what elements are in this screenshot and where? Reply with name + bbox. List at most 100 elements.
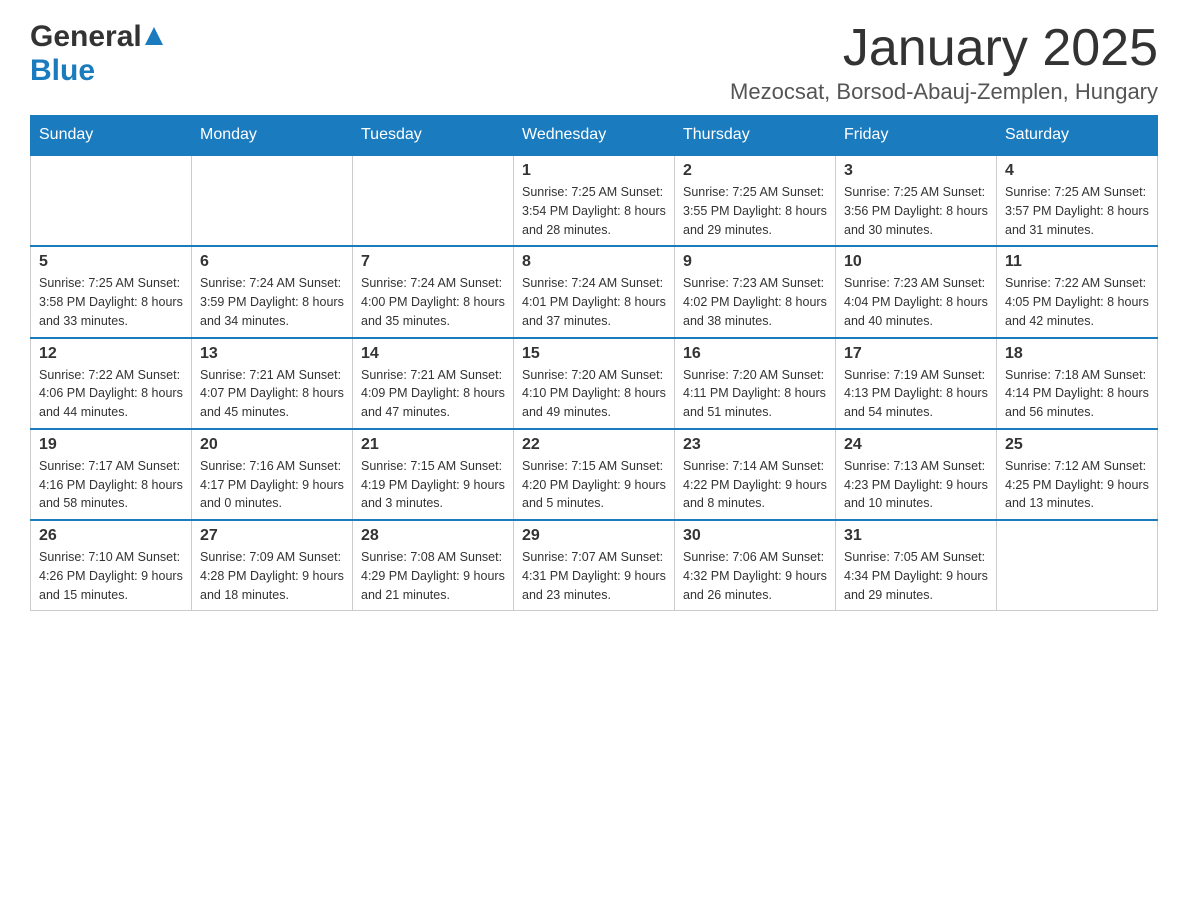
day-info: Sunrise: 7:22 AM Sunset: 4:05 PM Dayligh…: [1005, 274, 1149, 330]
day-info: Sunrise: 7:12 AM Sunset: 4:25 PM Dayligh…: [1005, 457, 1149, 513]
day-info: Sunrise: 7:24 AM Sunset: 4:00 PM Dayligh…: [361, 274, 505, 330]
week-row-3: 12 Sunrise: 7:22 AM Sunset: 4:06 PM Dayli…: [31, 338, 1158, 429]
day-info: Sunrise: 7:23 AM Sunset: 4:02 PM Dayligh…: [683, 274, 827, 330]
day-info: Sunrise: 7:23 AM Sunset: 4:04 PM Dayligh…: [844, 274, 988, 330]
header: General Blue January 2025 Mezocsat, Bors…: [30, 20, 1158, 105]
day-number: 31: [844, 527, 988, 545]
calendar-cell: 17 Sunrise: 7:19 AM Sunset: 4:13 PM Dayli…: [836, 338, 997, 429]
week-row-5: 26 Sunrise: 7:10 AM Sunset: 4:26 PM Dayli…: [31, 520, 1158, 611]
calendar-cell: 5Sunrise: 7:25 AM Sunset: 3:58 PM Daylig…: [31, 246, 192, 337]
day-number: 26: [39, 527, 183, 545]
month-title: January 2025: [730, 20, 1158, 77]
week-row-2: 5Sunrise: 7:25 AM Sunset: 3:58 PM Daylig…: [31, 246, 1158, 337]
calendar-cell: 28Sunrise: 7:08 AM Sunset: 4:29 PM Dayli…: [353, 520, 514, 611]
calendar-cell: 10 Sunrise: 7:23 AM Sunset: 4:04 PM Dayli…: [836, 246, 997, 337]
weekday-header-friday: Friday: [836, 116, 997, 156]
day-info: Sunrise: 7:22 AM Sunset: 4:06 PM Dayligh…: [39, 366, 183, 422]
day-info: Sunrise: 7:13 AM Sunset: 4:23 PM Dayligh…: [844, 457, 988, 513]
day-info: Sunrise: 7:25 AM Sunset: 3:57 PM Dayligh…: [1005, 183, 1149, 239]
calendar-cell: 4 Sunrise: 7:25 AM Sunset: 3:57 PM Daylig…: [997, 155, 1158, 246]
day-info: Sunrise: 7:10 AM Sunset: 4:26 PM Dayligh…: [39, 548, 183, 604]
day-number: 22: [522, 436, 666, 454]
calendar-cell: 8 Sunrise: 7:24 AM Sunset: 4:01 PM Daylig…: [514, 246, 675, 337]
weekday-header-monday: Monday: [192, 116, 353, 156]
calendar-cell: 7 Sunrise: 7:24 AM Sunset: 4:00 PM Daylig…: [353, 246, 514, 337]
calendar-cell: 25 Sunrise: 7:12 AM Sunset: 4:25 PM Dayli…: [997, 429, 1158, 520]
calendar-cell: 20Sunrise: 7:16 AM Sunset: 4:17 PM Dayli…: [192, 429, 353, 520]
day-number: 9: [683, 253, 827, 271]
day-number: 30: [683, 527, 827, 545]
calendar-cell: [31, 155, 192, 246]
day-info: Sunrise: 7:20 AM Sunset: 4:11 PM Dayligh…: [683, 366, 827, 422]
day-info: Sunrise: 7:24 AM Sunset: 4:01 PM Dayligh…: [522, 274, 666, 330]
day-info: Sunrise: 7:19 AM Sunset: 4:13 PM Dayligh…: [844, 366, 988, 422]
weekday-header-saturday: Saturday: [997, 116, 1158, 156]
day-number: 17: [844, 345, 988, 363]
calendar-cell: 14Sunrise: 7:21 AM Sunset: 4:09 PM Dayli…: [353, 338, 514, 429]
title-area: January 2025 Mezocsat, Borsod-Abauj-Zemp…: [730, 20, 1158, 105]
calendar-cell: 12 Sunrise: 7:22 AM Sunset: 4:06 PM Dayli…: [31, 338, 192, 429]
calendar-cell: [353, 155, 514, 246]
day-number: 4: [1005, 162, 1149, 180]
calendar-cell: [192, 155, 353, 246]
day-info: Sunrise: 7:25 AM Sunset: 3:56 PM Dayligh…: [844, 183, 988, 239]
weekday-header-wednesday: Wednesday: [514, 116, 675, 156]
day-number: 24: [844, 436, 988, 454]
calendar-table: SundayMondayTuesdayWednesdayThursdayFrid…: [30, 115, 1158, 611]
day-number: 11: [1005, 253, 1149, 271]
day-number: 21: [361, 436, 505, 454]
day-number: 29: [522, 527, 666, 545]
day-number: 2: [683, 162, 827, 180]
day-number: 19: [39, 436, 183, 454]
day-number: 14: [361, 345, 505, 363]
calendar-cell: 27Sunrise: 7:09 AM Sunset: 4:28 PM Dayli…: [192, 520, 353, 611]
day-number: 18: [1005, 345, 1149, 363]
day-info: Sunrise: 7:24 AM Sunset: 3:59 PM Dayligh…: [200, 274, 344, 330]
calendar-cell: 2 Sunrise: 7:25 AM Sunset: 3:55 PM Daylig…: [675, 155, 836, 246]
logo-blue-text: Blue: [30, 54, 95, 87]
day-info: Sunrise: 7:25 AM Sunset: 3:55 PM Dayligh…: [683, 183, 827, 239]
day-info: Sunrise: 7:09 AM Sunset: 4:28 PM Dayligh…: [200, 548, 344, 604]
day-info: Sunrise: 7:20 AM Sunset: 4:10 PM Dayligh…: [522, 366, 666, 422]
weekday-header-tuesday: Tuesday: [353, 116, 514, 156]
calendar-cell: 3 Sunrise: 7:25 AM Sunset: 3:56 PM Daylig…: [836, 155, 997, 246]
calendar-cell: 23 Sunrise: 7:14 AM Sunset: 4:22 PM Dayli…: [675, 429, 836, 520]
calendar-cell: 19 Sunrise: 7:17 AM Sunset: 4:16 PM Dayli…: [31, 429, 192, 520]
day-number: 3: [844, 162, 988, 180]
day-info: Sunrise: 7:15 AM Sunset: 4:20 PM Dayligh…: [522, 457, 666, 513]
week-row-4: 19 Sunrise: 7:17 AM Sunset: 4:16 PM Dayli…: [31, 429, 1158, 520]
day-number: 10: [844, 253, 988, 271]
day-info: Sunrise: 7:17 AM Sunset: 4:16 PM Dayligh…: [39, 457, 183, 513]
day-number: 23: [683, 436, 827, 454]
calendar-cell: 22 Sunrise: 7:15 AM Sunset: 4:20 PM Dayli…: [514, 429, 675, 520]
week-row-1: 1 Sunrise: 7:25 AM Sunset: 3:54 PM Daylig…: [31, 155, 1158, 246]
day-info: Sunrise: 7:25 AM Sunset: 3:54 PM Dayligh…: [522, 183, 666, 239]
weekday-header-thursday: Thursday: [675, 116, 836, 156]
day-number: 25: [1005, 436, 1149, 454]
day-number: 1: [522, 162, 666, 180]
calendar-cell: 16 Sunrise: 7:20 AM Sunset: 4:11 PM Dayli…: [675, 338, 836, 429]
calendar-cell: 15 Sunrise: 7:20 AM Sunset: 4:10 PM Dayli…: [514, 338, 675, 429]
day-info: Sunrise: 7:16 AM Sunset: 4:17 PM Dayligh…: [200, 457, 344, 513]
day-number: 7: [361, 253, 505, 271]
calendar-cell: 9 Sunrise: 7:23 AM Sunset: 4:02 PM Daylig…: [675, 246, 836, 337]
calendar-cell: 18 Sunrise: 7:18 AM Sunset: 4:14 PM Dayli…: [997, 338, 1158, 429]
day-number: 8: [522, 253, 666, 271]
day-number: 16: [683, 345, 827, 363]
location-title: Mezocsat, Borsod-Abauj-Zemplen, Hungary: [730, 79, 1158, 105]
day-number: 13: [200, 345, 344, 363]
calendar-cell: 6Sunrise: 7:24 AM Sunset: 3:59 PM Daylig…: [192, 246, 353, 337]
logo-triangle-icon: [145, 27, 163, 50]
logo-general-text: General: [30, 20, 142, 54]
day-number: 15: [522, 345, 666, 363]
day-info: Sunrise: 7:14 AM Sunset: 4:22 PM Dayligh…: [683, 457, 827, 513]
day-number: 5: [39, 253, 183, 271]
day-info: Sunrise: 7:21 AM Sunset: 4:07 PM Dayligh…: [200, 366, 344, 422]
day-number: 12: [39, 345, 183, 363]
weekday-header-sunday: Sunday: [31, 116, 192, 156]
day-info: Sunrise: 7:18 AM Sunset: 4:14 PM Dayligh…: [1005, 366, 1149, 422]
day-info: Sunrise: 7:07 AM Sunset: 4:31 PM Dayligh…: [522, 548, 666, 604]
calendar-cell: [997, 520, 1158, 611]
calendar-cell: 11 Sunrise: 7:22 AM Sunset: 4:05 PM Dayli…: [997, 246, 1158, 337]
logo: General Blue: [30, 20, 163, 88]
